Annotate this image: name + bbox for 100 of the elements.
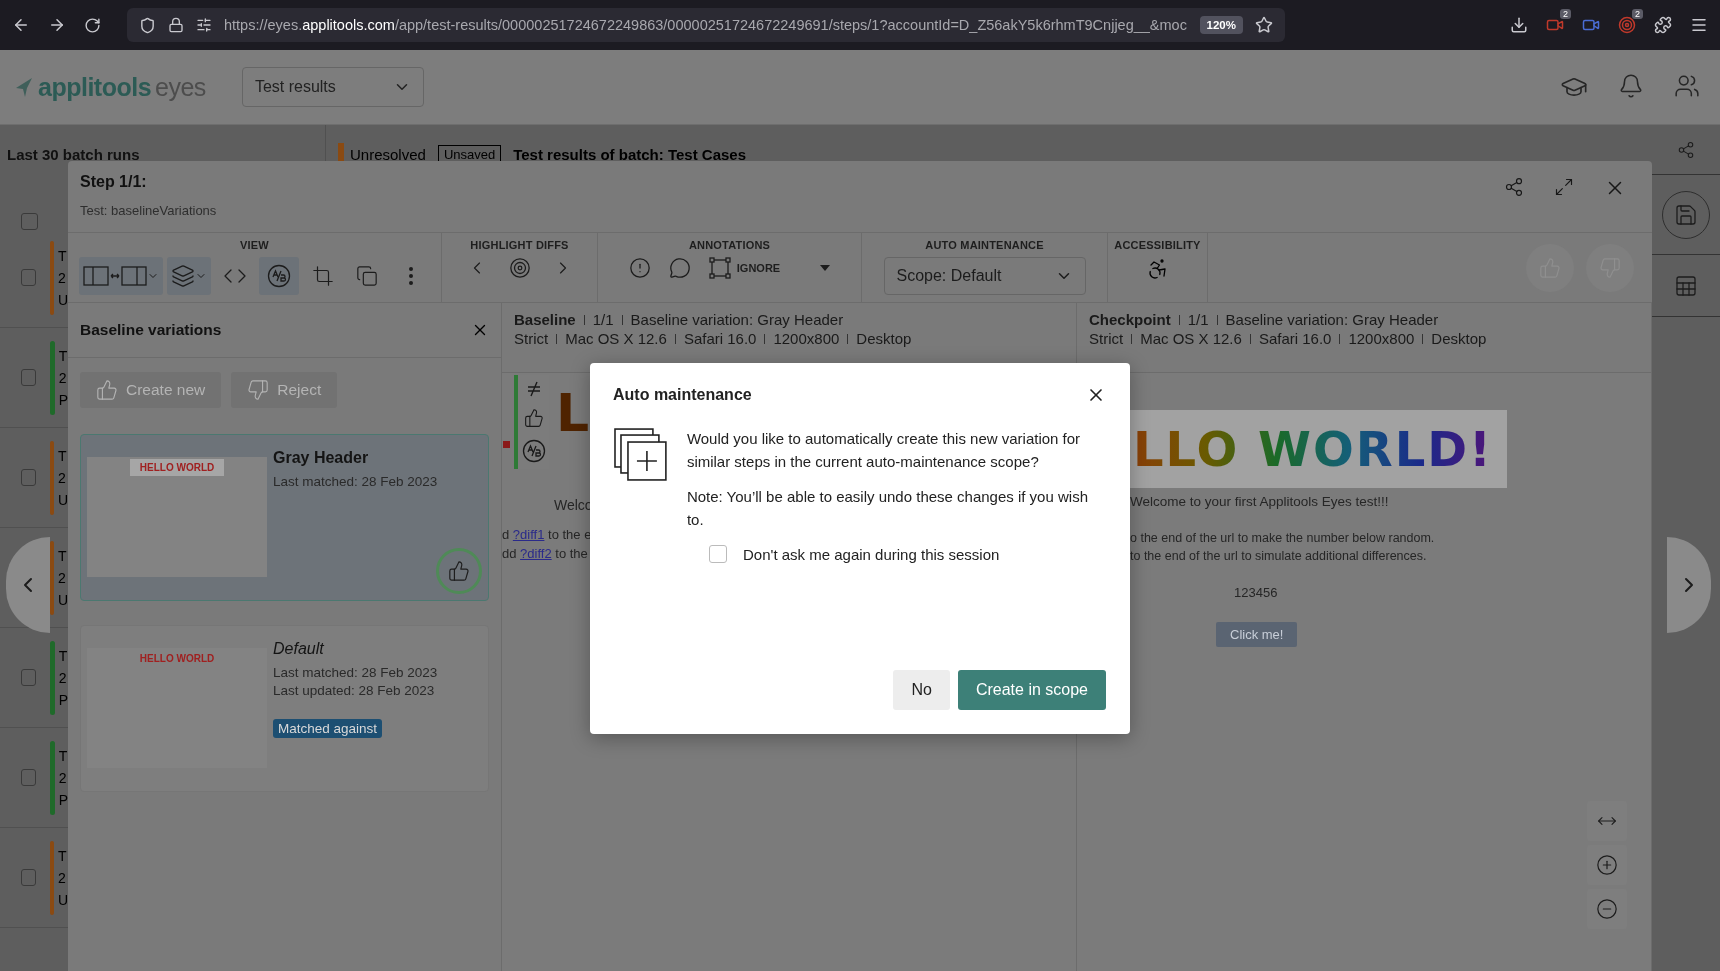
toolbar-label: HIGHLIGHT DIFFS: [470, 239, 569, 251]
extension-badge: 2: [1632, 9, 1643, 19]
notifications-icon[interactable]: [1618, 73, 1644, 99]
extension-badge: 2: [1560, 9, 1571, 19]
no-button[interactable]: No: [893, 670, 950, 710]
diff-link[interactable]: ?diff2: [520, 546, 552, 561]
crop-icon: [311, 265, 334, 287]
view-select[interactable]: Test results: [241, 67, 424, 107]
variation-card[interactable]: HELLO WORLD Gray Header Last matched: 28 Feb 2023: [80, 434, 489, 601]
row-text: P: [58, 792, 68, 807]
bookmark-icon[interactable]: [1255, 16, 1273, 34]
layers-icon: [170, 264, 195, 288]
share-icon[interactable]: [1504, 177, 1524, 197]
row-text: 2: [57, 270, 67, 285]
select-all-checkbox[interactable]: [21, 213, 38, 230]
thumbs-up-icon[interactable]: [523, 408, 544, 428]
forward-icon[interactable]: [48, 16, 66, 34]
row-text: T: [57, 548, 68, 563]
panel-title: Baseline variations: [80, 321, 222, 339]
row-text: U: [57, 592, 68, 607]
scope-select[interactable]: Scope: Default: [883, 257, 1086, 295]
diff-link[interactable]: ?diff1: [512, 527, 545, 542]
toolbar-label: VIEW: [240, 239, 269, 251]
screenshot-heading: L: [556, 383, 590, 443]
permissions-icon: [196, 17, 212, 33]
test-name: Test: baselineVariations: [80, 203, 217, 218]
row-text: U: [57, 892, 68, 907]
extension-icon[interactable]: [1618, 16, 1636, 34]
row-text: 2: [57, 570, 67, 585]
view-tool-button[interactable]: [166, 257, 211, 295]
thumbnail-heading: HELLO WORLD: [138, 652, 216, 666]
batch-title: Test results of batch: Test Cases: [513, 146, 747, 165]
row-text: T: [58, 348, 68, 363]
variation-name: Gray Header: [273, 449, 370, 467]
region-icon[interactable]: [708, 257, 731, 279]
download-icon[interactable]: [1510, 16, 1528, 34]
table-settings-icon[interactable]: [1674, 273, 1698, 298]
checkpoint-details: Strict Mac OS X 12.6 Safari 16.0 1200x800 Desktop: [1089, 330, 1488, 347]
screenshot-text: dd ?diff2 to the: [502, 546, 588, 561]
row-text: U: [57, 492, 68, 507]
expand-icon[interactable]: [1554, 177, 1574, 197]
create-new-button[interactable]: Create new: [80, 372, 222, 408]
row-checkbox[interactable]: [21, 469, 36, 486]
comment-icon[interactable]: [668, 257, 691, 279]
menu-icon[interactable]: [1690, 16, 1708, 34]
variation-name: Default: [273, 640, 325, 658]
row-checkbox[interactable]: [21, 869, 36, 886]
create-button[interactable]: Create in scope: [957, 670, 1106, 710]
row-checkbox[interactable]: [21, 269, 36, 286]
view-tool-button[interactable]: [78, 257, 163, 295]
thumbs-up-icon: [96, 379, 118, 401]
diff-marker: [503, 441, 510, 448]
reload-icon[interactable]: [84, 16, 101, 34]
thumbs-down-icon: [247, 379, 270, 401]
view-tool-button[interactable]: [258, 257, 299, 295]
row-checkbox[interactable]: [21, 369, 37, 386]
baseline-info: Baseline 1/1 Baseline variation: Gray Header: [514, 311, 845, 328]
row-text: T: [57, 848, 68, 863]
variation-card[interactable]: HELLO WORLD Default Last matched: 28 Feb 2023 Last updated: 28 Feb 2023 Matched against: [80, 625, 489, 792]
row-text: T: [58, 648, 68, 663]
highlight-icon[interactable]: [508, 257, 531, 279]
copy-plus-icon: [613, 427, 669, 483]
checkbox-label: Don't ask me again during this session: [743, 545, 1000, 563]
dialog-question: Would you like to automatically create this new variation for similar steps in the current auto-maintenance scope?: [686, 429, 1082, 472]
ab-icon: [266, 264, 291, 288]
share-icon[interactable]: [1677, 140, 1695, 159]
caret-icon[interactable]: [820, 265, 831, 271]
back-icon[interactable]: [12, 16, 30, 34]
matched-tag: Matched against: [273, 719, 383, 738]
status-marker: [338, 143, 344, 163]
variation-date: Last matched: 28 Feb 2023: [273, 665, 438, 680]
row-checkbox[interactable]: [21, 769, 37, 786]
checkpoint-info: Checkpoint 1/1 Baseline variation: Gray Header: [1089, 311, 1440, 328]
zoom-level[interactable]: 120%: [1199, 16, 1243, 34]
step-title: Step 1/1:: [80, 173, 148, 191]
toolbar-label: ANNOTATIONS: [688, 239, 771, 251]
alert-icon[interactable]: [628, 257, 651, 279]
lock-icon: [168, 17, 184, 33]
ab-icon: [521, 439, 546, 464]
checkbox[interactable]: [709, 545, 727, 563]
screenshot-text: o the end of the url to make the number below random.: [1130, 531, 1435, 545]
row-text: T: [57, 448, 68, 463]
row-text: 2: [57, 870, 67, 885]
reject-button[interactable]: Reject: [231, 372, 338, 408]
row-checkbox[interactable]: [21, 669, 37, 686]
dialog-note: Note: You’ll be able to easily undo these changes if you wish to.: [686, 487, 1089, 530]
variation-date: Last matched: 28 Feb 2023: [273, 474, 438, 489]
row-text: U: [57, 292, 68, 307]
screenshot-text: 123456: [1234, 585, 1278, 600]
toolbar-label: AUTO MAINTENANCE: [925, 239, 1044, 251]
row-text: P: [58, 692, 68, 707]
url-text: https://eyes.applitools.com/app/test-results/00000251724672249863/00000251724672249691/steps/1?accountId=D_Z56akY5k6rhmT9Cnjjeg__&moc: [224, 17, 1188, 33]
row-text: 2: [58, 670, 68, 685]
row-text: 2: [58, 370, 68, 385]
user-icon[interactable]: [1674, 73, 1700, 99]
address-bar[interactable]: https://eyes.applitools.com/app/test-results/00000251724672249863/00000251724672249691/steps/1?accountId=D_Z56akY5k6rhmT9Cnjjeg__&moc 120%: [127, 8, 1285, 42]
extensions-icon[interactable]: [1654, 16, 1672, 34]
shield-icon: [139, 16, 156, 34]
side-by-side-icon: [82, 265, 147, 287]
not-equal-icon[interactable]: [525, 380, 542, 397]
